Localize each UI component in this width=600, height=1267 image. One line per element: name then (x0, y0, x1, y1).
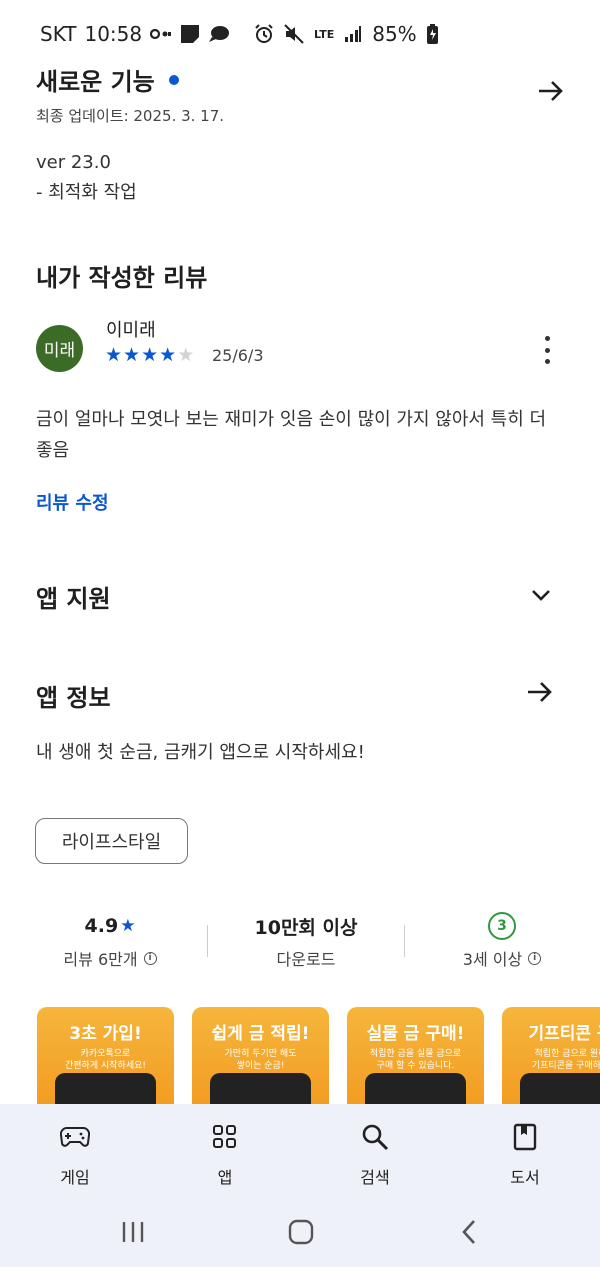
search-icon (362, 1124, 389, 1151)
star-icon: ★ (120, 916, 136, 936)
home-button[interactable] (286, 1217, 316, 1247)
network-type: LTE (314, 27, 335, 41)
release-notes: ver 23.0 - 최적화 작업 (36, 148, 137, 208)
divider (404, 925, 405, 957)
review-text: 금이 얼마나 모엿나 보는 재미가 잇음 손이 많이 가지 않아서 특히 더 좋… (36, 409, 547, 461)
battery-percent: 85% (372, 22, 417, 46)
my-review-title: 내가 작성한 리뷰 (36, 264, 208, 292)
screenshot-subtitle: 적립한 금을 실물 금으로 (369, 1049, 462, 1059)
mute-icon (284, 24, 304, 44)
nav-books[interactable]: 도서 (480, 1122, 570, 1188)
downloads-label: 다운로드 (276, 950, 336, 969)
last-updated: 최종 업데이트: 2025. 3. 17. (36, 107, 225, 125)
screenshot-subtitle: 쌓이는 순금! (236, 1061, 285, 1071)
back-icon (462, 1220, 475, 1244)
age-rating-stat[interactable]: 3 3세 이상 i (432, 912, 572, 970)
screenshot-card[interactable]: 실물 금 구매! 적립한 금을 실물 금으로 구매 할 수 있습니다. (347, 1007, 484, 1117)
nav-label: 도서 (510, 1168, 540, 1187)
screenshot-subtitle: 카카오톡으로 (80, 1049, 131, 1059)
notes-text: - 최적화 작업 (36, 182, 137, 203)
book-icon (513, 1123, 537, 1151)
screenshot-title: 실물 금 구매! (366, 1024, 465, 1044)
screenshot-subtitle: 적립한 금으로 원하 (534, 1049, 600, 1059)
back-button[interactable] (454, 1217, 484, 1247)
age-rating-badge: 3 (488, 912, 516, 940)
gamepad-icon (60, 1126, 90, 1147)
whats-new-title: 새로운 기능 (36, 68, 155, 96)
screenshot-title: 쉽게 금 적립! (211, 1024, 310, 1044)
recent-apps-icon (122, 1222, 144, 1242)
new-indicator-dot (168, 74, 179, 85)
screenshot-card[interactable]: 3초 가입! 카카오톡으로 간편하게 시작하세요! (37, 1007, 174, 1117)
nav-apps[interactable]: 앱 (180, 1122, 270, 1188)
screenshot-subtitle: 기프티콘을 구매하세 (531, 1061, 600, 1071)
chat-icon (209, 26, 230, 42)
screenshot-title: 기프티콘 구 (528, 1024, 600, 1044)
home-icon (288, 1219, 314, 1245)
rating-value: 4.9 (84, 915, 119, 937)
link-icon (150, 28, 172, 40)
bottom-navigation: 게임 앱 검색 도서 (0, 1104, 600, 1199)
star-icon: ★ (141, 344, 159, 366)
signal-icon (345, 26, 362, 42)
screenshot-subtitle: 구매 할 수 있습니다. (376, 1061, 455, 1071)
screenshot-card[interactable]: 기프티콘 구 적립한 금으로 원하 기프티콘을 구매하세 (502, 1007, 600, 1117)
screenshot-title: 3초 가입! (69, 1024, 142, 1044)
carrier: SKT (40, 22, 77, 46)
info-icon: i (143, 951, 157, 965)
star-rating: ★ ★ ★ ★ ★ (105, 344, 194, 366)
battery-charging-icon (426, 24, 438, 44)
nav-label: 검색 (360, 1168, 390, 1187)
system-navigation-bar (0, 1199, 600, 1267)
version-text: ver 23.0 (36, 152, 111, 173)
more-options-icon[interactable] (538, 336, 556, 364)
screenshot-subtitle: 가만히 두기만 해도 (224, 1049, 297, 1059)
nav-games[interactable]: 게임 (30, 1122, 120, 1188)
nav-label: 앱 (217, 1168, 233, 1187)
star-icon: ★ (159, 344, 177, 366)
star-empty-icon: ★ (177, 344, 195, 366)
edit-review-link[interactable]: 리뷰 수정 (36, 489, 109, 515)
star-icon: ★ (123, 344, 141, 366)
app-info-title[interactable]: 앱 정보 (36, 678, 111, 713)
divider (207, 925, 208, 957)
reviewer-name: 이미래 (106, 320, 156, 341)
category-chip[interactable]: 라이프스타일 (35, 818, 188, 864)
alarm-icon (255, 24, 273, 43)
clock: 10:58 (84, 22, 143, 46)
chevron-down-icon[interactable] (528, 582, 554, 608)
downloads-stat: 10만회 이상 다운로드 (236, 912, 376, 970)
screenshot-subtitle: 간편하게 시작하세요! (65, 1061, 146, 1071)
status-bar: SKT 10:58 LTE 85% (0, 0, 600, 70)
downloads-value: 10만회 이상 (254, 916, 358, 939)
whats-new-arrow-icon[interactable] (536, 76, 566, 106)
app-description: 내 생애 첫 순금, 금캐기 앱으로 시작하세요! (36, 742, 365, 763)
star-icon: ★ (105, 344, 123, 366)
app-support-title[interactable]: 앱 지원 (36, 579, 111, 614)
recent-apps-button[interactable] (118, 1217, 148, 1247)
apps-grid-icon (213, 1125, 236, 1148)
app-info-arrow-icon[interactable] (526, 680, 554, 704)
review-date: 25/6/3 (212, 346, 264, 365)
rating-stat[interactable]: 4.9 ★ 리뷰 6만개 i (40, 912, 180, 970)
info-icon: i (528, 951, 542, 965)
nav-search[interactable]: 검색 (330, 1122, 420, 1188)
age-label: 3세 이상 (462, 950, 523, 969)
avatar: 미래 (36, 325, 83, 372)
nav-label: 게임 (60, 1168, 90, 1187)
reviews-count: 리뷰 6만개 (63, 950, 138, 969)
whats-new-section[interactable]: 새로운 기능 최종 업데이트: 2025. 3. 17. (36, 62, 566, 126)
screenshot-carousel[interactable]: 3초 가입! 카카오톡으로 간편하게 시작하세요! 쉽게 금 적립! 가만히 두… (37, 1007, 600, 1117)
note-icon (181, 25, 200, 43)
screenshot-card[interactable]: 쉽게 금 적립! 가만히 두기만 해도 쌓이는 순금! (192, 1007, 329, 1117)
